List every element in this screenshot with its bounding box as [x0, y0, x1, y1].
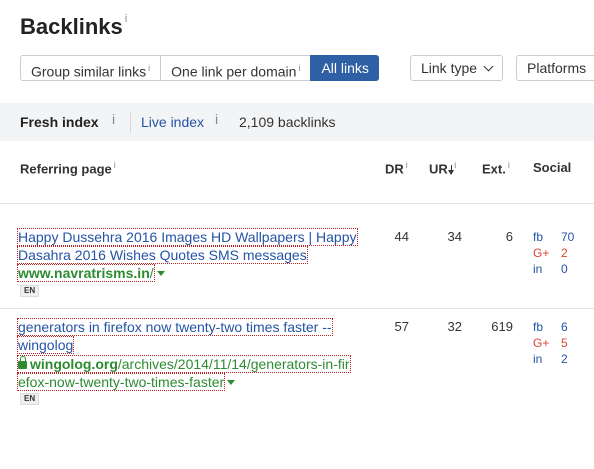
- page-title: Backlinks i: [20, 13, 127, 40]
- google-plus-label: G+: [533, 336, 550, 350]
- facebook-label: fb: [533, 230, 544, 244]
- ext-header[interactable]: Ext. i: [482, 160, 510, 176]
- dr-value: 57: [394, 319, 409, 334]
- referring-page-header[interactable]: Referring page i: [20, 160, 116, 176]
- google-plus-count: 5: [561, 336, 568, 350]
- live-index-label: Live index: [141, 114, 205, 130]
- title-line: Happy Dussehra 2016 Images HD Wallpapers…: [17, 228, 358, 246]
- info-icon[interactable]: i: [114, 160, 116, 170]
- info-icon[interactable]: i: [112, 111, 115, 127]
- social-values: 6 5 2: [561, 319, 568, 367]
- facebook-count: 70: [561, 230, 575, 244]
- social-header: Social: [533, 160, 571, 175]
- ur-value: 32: [447, 319, 462, 334]
- link-type-dropdown[interactable]: Link type: [410, 55, 504, 81]
- linkedin-count: 0: [561, 262, 568, 276]
- url-domain: wingolog.org: [30, 356, 118, 372]
- info-icon[interactable]: i: [298, 63, 300, 73]
- language-badge: EN: [20, 285, 40, 297]
- lock-icon: [18, 356, 27, 369]
- ext-value[interactable]: 619: [473, 319, 513, 334]
- google-plus-label: G+: [533, 246, 550, 260]
- caret-down-icon[interactable]: [156, 271, 165, 276]
- row-divider: [0, 308, 594, 309]
- dr-label: DR: [385, 161, 404, 177]
- info-icon[interactable]: i: [508, 160, 510, 170]
- title-line: Dasahra 2016 Wishes Quotes SMS messages: [17, 246, 308, 264]
- ext-value[interactable]: 6: [473, 229, 513, 244]
- row-divider: [0, 203, 594, 204]
- linkedin-label: in: [533, 352, 543, 366]
- info-icon[interactable]: i: [148, 63, 150, 73]
- referring-page-title-link[interactable]: generators in firefox now twenty-two tim…: [16, 318, 333, 354]
- linkedin-count: 2: [561, 352, 568, 366]
- info-icon[interactable]: i: [406, 160, 408, 170]
- referring-page-url[interactable]: www.navratrisms.in/: [17, 264, 165, 282]
- one-link-per-domain-button[interactable]: One link per domain i: [160, 55, 311, 81]
- linkedin-label: in: [533, 262, 543, 276]
- dr-header[interactable]: DR i: [385, 160, 408, 176]
- social-labels: fb G+ in: [533, 319, 549, 367]
- page-title-text: Backlinks: [20, 14, 123, 39]
- platforms-label: Platforms: [527, 60, 587, 76]
- social-values: 70 2 0: [561, 229, 574, 277]
- info-icon[interactable]: i: [215, 111, 218, 127]
- facebook-label: fb: [533, 320, 544, 334]
- info-icon[interactable]: i: [125, 13, 127, 25]
- platforms-dropdown[interactable]: Platforms: [516, 55, 594, 81]
- fresh-index-label: Fresh index: [20, 114, 99, 130]
- google-plus-count: 2: [561, 246, 568, 260]
- fresh-index-tab[interactable]: Fresh index: [20, 114, 99, 130]
- ur-value: 34: [447, 229, 462, 244]
- chevron-down-icon: [483, 61, 494, 72]
- url-domain: www.navratrisms.in: [18, 265, 150, 281]
- title-line: wingolog: [16, 336, 75, 354]
- all-links-label: All links: [321, 60, 369, 76]
- link-type-label: Link type: [421, 60, 478, 76]
- referring-page-title-link[interactable]: Happy Dussehra 2016 Images HD Wallpapers…: [17, 228, 358, 264]
- social-label: Social: [533, 160, 572, 175]
- title-line: generators in firefox now twenty-two tim…: [17, 318, 333, 336]
- group-similar-label: Group similar links: [31, 63, 147, 80]
- info-icon[interactable]: i: [454, 160, 456, 170]
- url-path: /archives/2014/11/14/generators-in-fir: [117, 356, 350, 372]
- backlinks-count: 2,109 backlinks: [239, 114, 336, 130]
- language-badge: EN: [20, 393, 40, 405]
- caret-down-icon[interactable]: [227, 380, 236, 385]
- referring-page-label: Referring page: [20, 161, 112, 177]
- group-similar-links-button[interactable]: Group similar links i: [20, 55, 161, 81]
- ur-label: UR: [429, 161, 448, 177]
- sort-desc-icon: [448, 165, 454, 176]
- referring-page-url[interactable]: wingolog.org/archives/2014/11/14/generat…: [16, 355, 351, 391]
- index-bar: Fresh index i Live index i 2,109 backlin…: [0, 103, 594, 141]
- url-path: /: [149, 265, 154, 281]
- social-labels: fb G+ in: [533, 229, 549, 277]
- ur-header[interactable]: UR i: [429, 160, 456, 176]
- all-links-button[interactable]: All links: [310, 55, 379, 81]
- live-index-link[interactable]: Live index: [141, 114, 204, 130]
- facebook-count: 6: [561, 320, 568, 334]
- link-filter-group: Group similar links i One link per domain…: [20, 55, 379, 81]
- ext-label: Ext.: [482, 161, 506, 177]
- divider: [130, 111, 131, 133]
- dr-value: 44: [394, 229, 409, 244]
- one-per-domain-label: One link per domain: [171, 63, 297, 80]
- url-path: efox-now-twenty-two-times-faster: [18, 374, 225, 390]
